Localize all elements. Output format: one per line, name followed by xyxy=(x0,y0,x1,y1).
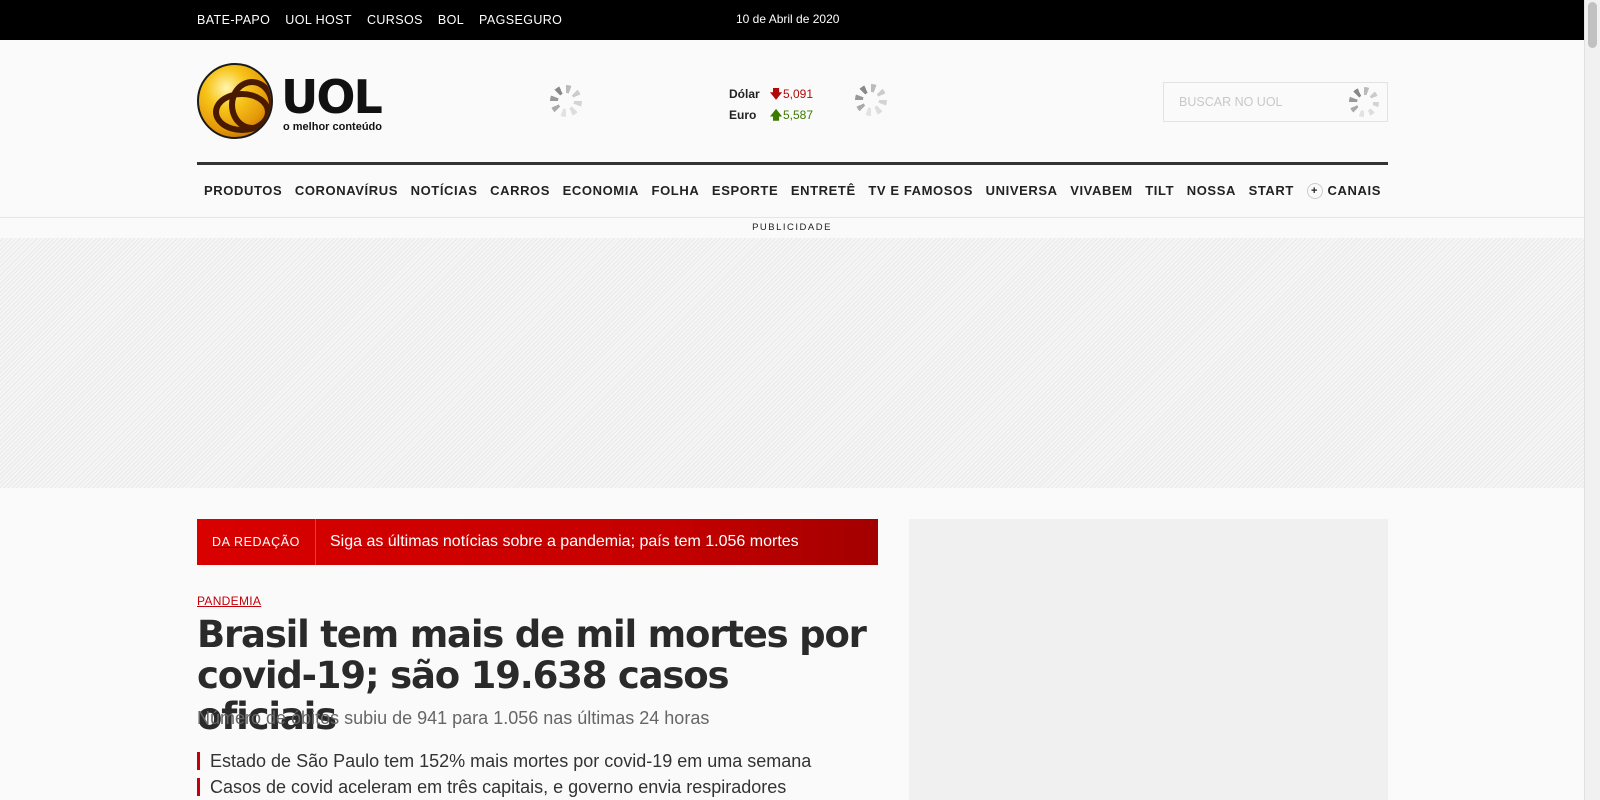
nav-item-tilt[interactable]: TILT xyxy=(1145,183,1174,198)
uol-logo[interactable]: UOL o melhor conteúdo xyxy=(197,63,397,143)
nav-item-produtos[interactable]: PRODUTOS xyxy=(204,183,282,198)
related-story-item[interactable]: Casos de covid aceleram em três capitais… xyxy=(197,774,811,800)
top-bar: BATE-PAPO UOL HOST CURSOS BOL PAGSEGURO … xyxy=(0,0,1584,40)
nav-item-canais-label: CANAIS xyxy=(1327,183,1381,198)
top-link-bate-papo[interactable]: BATE-PAPO xyxy=(197,13,270,27)
logo-tagline: o melhor conteúdo xyxy=(283,121,382,133)
nav-item-start[interactable]: START xyxy=(1249,183,1294,198)
currency-value: 5,587 xyxy=(783,108,814,122)
ad-banner-placeholder[interactable] xyxy=(0,238,1584,488)
arrow-down-icon: 🡇 xyxy=(769,87,783,101)
nav-item-carros[interactable]: CARROS xyxy=(490,183,550,198)
search-loading-spinner-icon xyxy=(1349,87,1379,117)
page-scrollbar[interactable] xyxy=(1584,0,1600,800)
currency-quotes: Dólar 🡇 5,091 Euro 🡅 5,587 xyxy=(729,84,813,126)
story-section-label[interactable]: PANDEMIA xyxy=(197,594,261,608)
currency-value: 5,091 xyxy=(783,87,814,101)
currency-name: Dólar xyxy=(729,87,760,101)
nav-item-vivabem[interactable]: VIVABEM xyxy=(1070,183,1132,198)
search-input[interactable] xyxy=(1164,83,1344,121)
nav-item-esporte[interactable]: ESPORTE xyxy=(712,183,778,198)
nav-item-universa[interactable]: UNIVERSA xyxy=(986,183,1058,198)
breaking-news-banner[interactable]: DA REDAÇÃO Siga as últimas notícias sobr… xyxy=(197,519,878,565)
nav-item-nossa[interactable]: NOSSA xyxy=(1187,183,1236,198)
top-bar-links: BATE-PAPO UOL HOST CURSOS BOL PAGSEGURO xyxy=(197,0,562,40)
nav-item-coronavirus[interactable]: CORONAVÍRUS xyxy=(295,183,398,198)
loading-spinner-icon xyxy=(855,84,887,116)
currency-row-euro[interactable]: Euro 🡅 5,587 xyxy=(729,105,813,126)
top-link-pagseguro[interactable]: PAGSEGURO xyxy=(479,13,562,27)
nav-item-entrete[interactable]: ENTRETÊ xyxy=(791,183,856,198)
story-subhead: Número de óbitos subiu de 941 para 1.056… xyxy=(197,708,710,728)
search-box xyxy=(1163,82,1388,122)
breaking-badge: DA REDAÇÃO xyxy=(197,519,316,565)
logo-wordmark: UOL xyxy=(281,70,383,124)
loading-spinner-icon xyxy=(550,85,582,117)
nav-item-tv-e-famosos[interactable]: TV E FAMOSOS xyxy=(868,183,973,198)
site-header: UOL o melhor conteúdo Dólar 🡇 5,091 Euro… xyxy=(0,40,1584,218)
related-stories: Estado de São Paulo tem 152% mais mortes… xyxy=(197,748,811,800)
top-link-uol-host[interactable]: UOL HOST xyxy=(285,13,352,27)
arrow-up-icon: 🡅 xyxy=(769,108,783,122)
nav-item-canais[interactable]: + CANAIS xyxy=(1306,182,1381,199)
currency-row-dolar[interactable]: Dólar 🡇 5,091 xyxy=(729,84,813,105)
top-link-bol[interactable]: BOL xyxy=(438,13,464,27)
scrollbar-thumb[interactable] xyxy=(1588,2,1597,48)
ad-label: PUBLICIDADE xyxy=(752,222,832,233)
nav-item-noticias[interactable]: NOTÍCIAS xyxy=(411,183,478,198)
currency-name: Euro xyxy=(729,108,757,122)
side-ad-placeholder[interactable] xyxy=(909,519,1388,800)
related-story-item[interactable]: Estado de São Paulo tem 152% mais mortes… xyxy=(197,748,811,774)
main-nav: PRODUTOS CORONAVÍRUS NOTÍCIAS CARROS ECO… xyxy=(197,162,1388,216)
top-link-cursos[interactable]: CURSOS xyxy=(367,13,423,27)
uol-logo-ball-icon xyxy=(197,63,273,139)
nav-item-economia[interactable]: ECONOMIA xyxy=(563,183,639,198)
breaking-text: Siga as últimas notícias sobre a pandemi… xyxy=(329,533,799,550)
current-date: 10 de Abril de 2020 xyxy=(736,12,840,26)
plus-icon: + xyxy=(1306,182,1323,199)
nav-item-folha[interactable]: FOLHA xyxy=(652,183,700,198)
